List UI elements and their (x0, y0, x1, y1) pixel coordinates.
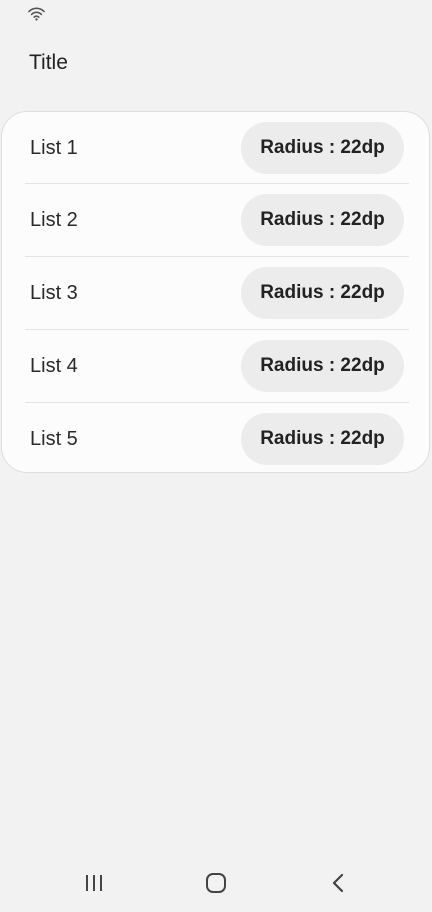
radius-chip-button[interactable]: Radius : 22dp (241, 340, 404, 392)
list-item[interactable]: List 2 Radius : 22dp (2, 184, 429, 257)
navigation-bar (0, 854, 432, 912)
list-item[interactable]: List 5 Radius : 22dp (2, 403, 429, 472)
list-item-label: List 1 (30, 137, 78, 159)
home-button[interactable] (186, 854, 246, 912)
list-item[interactable]: List 4 Radius : 22dp (2, 330, 429, 403)
radius-chip-button[interactable]: Radius : 22dp (241, 267, 404, 319)
home-icon (206, 873, 226, 893)
list-item[interactable]: List 3 Radius : 22dp (2, 257, 429, 330)
list-item-label: List 2 (30, 209, 78, 231)
recents-button[interactable] (64, 854, 124, 912)
list-card: List 1 Radius : 22dp List 2 Radius : 22d… (1, 111, 430, 473)
list-item[interactable]: List 1 Radius : 22dp (2, 112, 429, 185)
status-bar (0, 0, 432, 28)
page-title: Title (29, 51, 68, 74)
back-button[interactable] (308, 854, 368, 912)
screen: Title List 1 Radius : 22dp List 2 Radius… (0, 0, 432, 912)
list-item-label: List 4 (30, 355, 78, 377)
list-item-label: List 5 (30, 428, 78, 450)
radius-chip-button[interactable]: Radius : 22dp (241, 194, 404, 246)
back-icon (332, 873, 344, 893)
wifi-icon (28, 7, 45, 21)
radius-chip-button[interactable]: Radius : 22dp (241, 122, 404, 174)
recents-icon (86, 875, 102, 891)
radius-chip-button[interactable]: Radius : 22dp (241, 413, 404, 465)
list-item-label: List 3 (30, 282, 78, 304)
